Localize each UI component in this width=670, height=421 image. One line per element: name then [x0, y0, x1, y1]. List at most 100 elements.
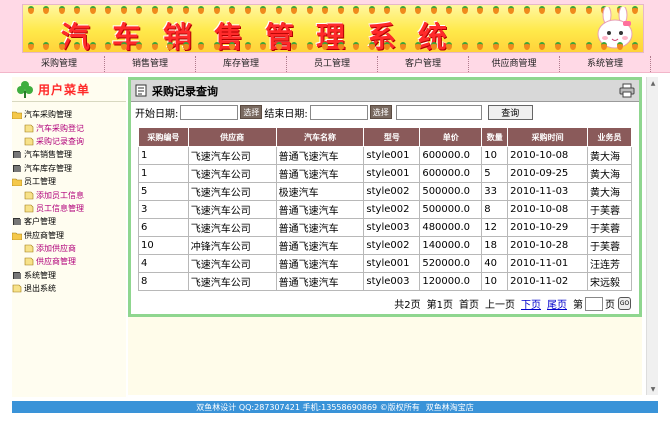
- nav-item[interactable]: 采购管理: [14, 56, 105, 72]
- sidebar-item[interactable]: 汽车采购管理: [12, 108, 126, 121]
- nav-item[interactable]: 库存管理: [196, 56, 287, 72]
- table-row[interactable]: 5 飞速汽车公司 极速汽车 style002 500000.0 33 2010-11-03 黄…: [138, 182, 632, 201]
- carrot-icon: [477, 42, 484, 50]
- next-page-link[interactable]: 下页: [521, 296, 541, 311]
- page-title: 采购记录查询: [152, 84, 218, 98]
- sidebar-item[interactable]: 汽车库存管理: [12, 162, 126, 175]
- current-page: 第1页: [426, 300, 453, 311]
- table-cell: 普通飞速汽车: [275, 272, 365, 291]
- scroll-down-icon[interactable]: ▼: [647, 383, 659, 395]
- table-cell: 2010-11-01: [507, 254, 589, 273]
- table-cell: 飞速汽车公司: [187, 146, 277, 165]
- carrot-icon: [430, 6, 437, 14]
- document-icon: [24, 244, 34, 253]
- carrot-icon: [291, 6, 298, 14]
- carrot-icon: [89, 6, 96, 14]
- top-nav: 采购管理 销售管理 库存管理 员工管理 客户管理 供应商管理 系统管理: [0, 56, 670, 73]
- carrot-icon: [337, 6, 344, 14]
- sidebar-item-label: 供应商管理: [24, 230, 64, 240]
- pagination: 共2页 第1页 首页 上一页 下页 尾页 第 页 GO: [388, 296, 631, 311]
- notepad-icon: [135, 84, 147, 97]
- table-cell: style002: [363, 236, 421, 255]
- table-row[interactable]: 3 飞速汽车公司 普通飞速汽车 style002 500000.0 8 2010-10-08…: [138, 200, 632, 219]
- table-cell: 12: [481, 218, 509, 237]
- sidebar-item-label: 汽车销售管理: [24, 150, 72, 160]
- main-content: 采购记录查询 开始日期: 选择 结束日期: 选择 查询 采购编号 供应商 汽车名称型…: [128, 77, 642, 395]
- scroll-up-icon[interactable]: ▲: [647, 77, 659, 89]
- table-cell: 5: [481, 164, 509, 183]
- table-cell: 8: [138, 272, 189, 291]
- sidebar-item[interactable]: 系统管理: [12, 269, 126, 282]
- table-cell: 520000.0: [419, 254, 483, 273]
- sidebar-item[interactable]: 供应商管理: [12, 255, 126, 268]
- table-cell: style003: [363, 272, 421, 291]
- search-bar: 开始日期: 选择 结束日期: 选择 查询: [131, 102, 639, 122]
- column-header: 型号: [363, 127, 421, 147]
- carrot-icon: [229, 6, 236, 14]
- carrot-icon: [477, 6, 484, 14]
- table-row[interactable]: 10 冲锋汽车公司 普通飞速汽车 style002 140000.0 18 2010-10-…: [138, 236, 632, 255]
- sidebar-item-label: 员工信息管理: [36, 203, 84, 213]
- carrot-icon: [368, 42, 375, 50]
- nav-item[interactable]: 员工管理: [287, 56, 378, 72]
- nav-item[interactable]: 系统管理: [560, 56, 651, 72]
- printer-icon[interactable]: [619, 83, 635, 98]
- extra-search-input[interactable]: [395, 104, 482, 120]
- table-cell: 5: [138, 182, 189, 201]
- sidebar-item[interactable]: 汽车销售管理: [12, 148, 126, 161]
- table-cell: 2010-11-02: [507, 272, 589, 291]
- book-icon: [13, 164, 21, 172]
- go-button[interactable]: GO: [618, 297, 631, 310]
- prev-page-link[interactable]: 上一页: [485, 296, 515, 311]
- sidebar-item-label: 汽车库存管理: [24, 163, 72, 173]
- table-cell: style001: [363, 146, 421, 165]
- nav-item[interactable]: 销售管理: [105, 56, 196, 72]
- document-icon: [24, 191, 34, 199]
- sidebar-item[interactable]: 供应商管理: [12, 229, 126, 242]
- sidebar-item[interactable]: 员工信息管理: [12, 202, 126, 215]
- carrot-icon: [585, 6, 592, 14]
- carrot-icon: [539, 6, 546, 14]
- table-row[interactable]: 8 飞速汽车公司 普通飞速汽车 style003 120000.0 10 2010-11-0…: [138, 272, 632, 291]
- carrot-icon: [27, 6, 34, 14]
- carrot-icon: [213, 6, 220, 14]
- footer-shop-link[interactable]: 双鱼林淘宝店: [426, 402, 474, 413]
- sidebar-item[interactable]: 添加员工信息: [12, 188, 126, 201]
- goto-suffix: 页: [605, 300, 615, 311]
- sidebar-item[interactable]: 客户管理: [12, 215, 126, 228]
- sidebar-item[interactable]: 汽车采购登记: [12, 121, 126, 134]
- table-cell: 2010-10-08: [507, 200, 589, 219]
- last-page-link[interactable]: 尾页: [547, 296, 567, 311]
- column-header: 汽车名称: [275, 127, 365, 147]
- scrollbar[interactable]: ▲ ▼: [646, 77, 658, 395]
- nav-item[interactable]: 供应商管理: [469, 56, 560, 72]
- sidebar-item[interactable]: 员工管理: [12, 175, 126, 188]
- end-date-input[interactable]: [309, 104, 368, 120]
- carrot-icon: [74, 42, 81, 50]
- table-cell: 2010-10-28: [507, 236, 589, 255]
- carrot-icon: [105, 6, 112, 14]
- sidebar-item[interactable]: 采购记录查询: [12, 135, 126, 148]
- table-row[interactable]: 1 飞速汽车公司 普通飞速汽车 style001 600000.0 10 2010-10-0…: [138, 146, 632, 165]
- sidebar-item[interactable]: 退出系统: [12, 282, 126, 295]
- table-cell: 普通飞速汽车: [275, 146, 365, 165]
- goto-page-input[interactable]: [585, 296, 603, 311]
- start-date-pick-button[interactable]: 选择: [240, 105, 263, 119]
- start-date-input[interactable]: [180, 104, 239, 120]
- first-page-link[interactable]: 首页: [459, 296, 479, 311]
- carrot-icon: [570, 6, 577, 14]
- carrot-icon: [337, 42, 344, 50]
- table-row[interactable]: 4 飞速汽车公司 普通飞速汽车 style001 520000.0 40 2010-11-0…: [138, 254, 632, 273]
- table-cell: 普通飞速汽车: [275, 164, 365, 183]
- carrot-icon: [415, 6, 422, 14]
- nav-item[interactable]: 客户管理: [378, 56, 469, 72]
- table-cell: 10: [481, 146, 509, 165]
- carrot-icon: [136, 42, 143, 50]
- end-date-pick-button[interactable]: 选择: [369, 105, 392, 119]
- table-row[interactable]: 1 飞速汽车公司 普通飞速汽车 style001 600000.0 5 2010-09-25…: [138, 164, 632, 183]
- query-button[interactable]: 查询: [487, 104, 533, 120]
- sidebar-item[interactable]: 添加供应商: [12, 242, 126, 255]
- sidebar-item-label: 采购记录查询: [36, 136, 84, 146]
- table-row[interactable]: 6 飞速汽车公司 普通飞速汽车 style003 480000.0 12 2010-10-2…: [138, 218, 632, 237]
- table-header-row: 采购编号 供应商 汽车名称 型号 单价 数量 采购时间 业务员: [138, 127, 632, 147]
